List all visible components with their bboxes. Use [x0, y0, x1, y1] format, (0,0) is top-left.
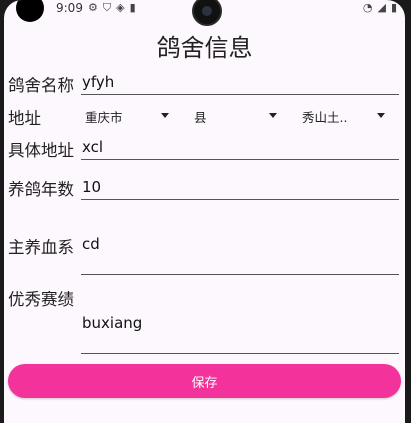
front-camera-cutout: [16, 0, 44, 22]
chevron-down-icon: [377, 113, 385, 118]
district-select[interactable]: 秀山土..: [302, 105, 392, 127]
status-right-icons: ◔ ◢ ▮: [363, 1, 397, 14]
county-value: 县: [194, 110, 207, 125]
status-bar: 9:09 ⚙ ⛉ ◈ ▮ ◔ ◢ ▮: [4, 0, 405, 26]
loft-name-input[interactable]: yfyh: [81, 72, 399, 95]
province-value: 重庆市: [85, 110, 123, 125]
detail-address-value: xcl: [82, 138, 104, 156]
chevron-down-icon: [269, 113, 277, 118]
sim-card-icon: ▮: [129, 1, 136, 14]
loft-name-value: yfyh: [82, 73, 115, 91]
bloodline-value: cd: [82, 235, 100, 253]
bloodline-label: 主养血系: [8, 238, 74, 257]
save-button[interactable]: 保存: [8, 364, 401, 398]
bloodline-input[interactable]: cd: [81, 210, 399, 275]
chevron-down-icon: [161, 113, 169, 118]
status-time: 9:09: [56, 1, 83, 15]
years-input[interactable]: 10: [81, 176, 399, 200]
county-select[interactable]: 县: [194, 105, 284, 127]
achievements-value: buxiang: [82, 314, 143, 332]
detail-address-label: 具体地址: [8, 141, 74, 160]
page-title: 鸽舍信息: [156, 34, 253, 62]
center-camera: [192, 0, 222, 26]
achievements-input[interactable]: buxiang: [81, 284, 399, 354]
loft-name-label: 鸽舍名称: [8, 76, 74, 95]
district-value: 秀山土..: [302, 110, 348, 125]
detail-address-input[interactable]: xcl: [81, 137, 399, 160]
signal-icon: ◢: [377, 1, 386, 14]
settings-icon: ⚙: [88, 1, 98, 14]
achievements-label: 优秀赛绩: [8, 290, 74, 309]
wifi-icon: ◔: [362, 1, 373, 14]
shield-icon: ⛉: [102, 1, 112, 14]
vpn-icon: ◈: [116, 1, 125, 14]
save-button-label: 保存: [191, 375, 218, 391]
battery-icon: ▮: [390, 1, 397, 14]
years-value: 10: [82, 178, 102, 196]
years-label: 养鸽年数: [8, 180, 74, 199]
app-screen: 9:09 ⚙ ⛉ ◈ ▮ ◔ ◢ ▮ 鸽舍信息 鸽舍名称 yfyh 地址 重庆市…: [4, 0, 405, 423]
status-left-icons: ⚙ ⛉ ◈ ▮: [88, 1, 136, 15]
address-label: 地址: [8, 109, 41, 128]
province-select[interactable]: 重庆市: [85, 105, 175, 127]
